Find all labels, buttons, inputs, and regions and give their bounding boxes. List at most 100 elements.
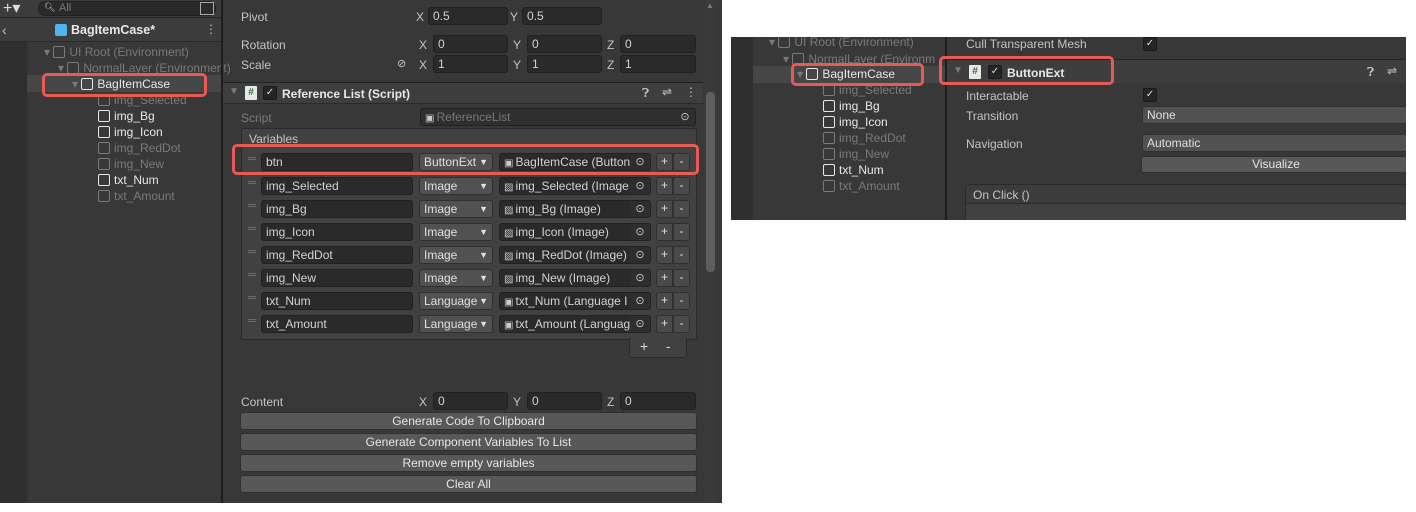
variable-name-field[interactable]: txt_Amount <box>261 315 413 333</box>
link-icon[interactable]: ⊘ <box>397 57 406 70</box>
type-dropdown[interactable]: Image ▼ <box>419 200 493 218</box>
drag-handle-icon[interactable]: ═ <box>248 223 256 235</box>
content-x-field[interactable]: 0 <box>433 392 508 410</box>
generate-variables-button[interactable]: Generate Component Variables To List <box>240 433 697 451</box>
rotation-y-field[interactable]: 0 <box>527 35 602 53</box>
object-field[interactable]: ▨ img_Icon (Image) ⊙ <box>499 223 651 241</box>
object-picker-icon[interactable]: ⊙ <box>630 178 650 194</box>
scale-z-field[interactable]: 1 <box>620 55 696 73</box>
object-field[interactable]: ▨ img_RedDot (Image) ⊙ <box>499 246 651 264</box>
variable-name-field[interactable]: txt_Num <box>261 292 413 310</box>
delete-button[interactable]: - <box>673 246 690 264</box>
rotation-z-field[interactable]: 0 <box>620 35 696 53</box>
tree-item[interactable]: img_Bg <box>823 98 880 114</box>
drag-handle-icon[interactable]: ═ <box>248 315 256 327</box>
scale-y-field[interactable]: 1 <box>527 55 602 73</box>
add-element-button[interactable]: + <box>640 338 648 354</box>
type-dropdown[interactable]: Image ▼ <box>419 246 493 264</box>
delete-button[interactable]: - <box>673 200 690 218</box>
more-icon[interactable]: ⋮ <box>205 22 217 36</box>
drag-handle-icon[interactable]: ═ <box>248 246 256 258</box>
tree-item[interactable]: ▾ UI Root (Environment) <box>44 44 189 60</box>
type-dropdown[interactable]: Language ▼ <box>419 315 493 333</box>
tree-item[interactable]: img_New <box>823 146 889 162</box>
insert-button[interactable]: + <box>656 292 673 310</box>
back-icon[interactable]: ‹ <box>2 22 7 38</box>
insert-button[interactable]: + <box>656 177 673 195</box>
clear-all-button[interactable]: Clear All <box>240 475 697 493</box>
tree-item[interactable]: txt_Amount <box>823 178 900 194</box>
content-y-field[interactable]: 0 <box>527 392 602 410</box>
variable-name-field[interactable]: img_Bg <box>261 200 413 218</box>
content-z-field[interactable]: 0 <box>620 392 696 410</box>
remove-empty-button[interactable]: Remove empty variables <box>240 454 697 472</box>
pivot-y-field[interactable]: 0.5 <box>522 7 602 25</box>
enabled-checkbox[interactable]: ✓ <box>263 86 277 100</box>
variable-name-field[interactable]: img_Icon <box>261 223 413 241</box>
pivot-x-field[interactable]: 0.5 <box>428 7 508 25</box>
insert-button[interactable]: + <box>656 315 673 333</box>
drag-handle-icon[interactable]: ═ <box>248 200 256 212</box>
delete-button[interactable]: - <box>673 177 690 195</box>
tree-item[interactable]: img_RedDot <box>823 130 906 146</box>
delete-button[interactable]: - <box>673 269 690 287</box>
tree-item[interactable]: txt_Num <box>98 172 159 188</box>
tree-item[interactable]: img_New <box>98 156 164 172</box>
foldout-icon[interactable]: ▼ <box>229 86 239 97</box>
object-field[interactable]: ▨ img_Bg (Image) ⊙ <box>499 200 651 218</box>
tree-item[interactable]: img_Bg <box>98 108 155 124</box>
delete-button[interactable]: - <box>673 292 690 310</box>
tree-item[interactable]: img_Icon <box>98 124 163 140</box>
type-dropdown[interactable]: Image ▼ <box>419 269 493 287</box>
type-dropdown[interactable]: Image ▼ <box>419 177 493 195</box>
generate-code-button[interactable]: Generate Code To Clipboard <box>240 412 697 430</box>
variable-name-field[interactable]: img_Selected <box>261 177 413 195</box>
add-icon[interactable]: +▾ <box>3 0 20 18</box>
insert-button[interactable]: + <box>656 223 673 241</box>
delete-button[interactable]: - <box>673 223 690 241</box>
object-picker-icon[interactable]: ⊙ <box>630 316 650 332</box>
tree-item[interactable]: txt_Amount <box>98 188 175 204</box>
insert-button[interactable]: + <box>656 200 673 218</box>
insert-button[interactable]: + <box>656 269 673 287</box>
visualize-button[interactable]: Visualize <box>1141 156 1406 173</box>
help-icon[interactable]: ❓︎ <box>1367 65 1374 80</box>
tree-item[interactable]: txt_Num <box>823 162 884 178</box>
variable-name-field[interactable]: img_RedDot <box>261 246 413 264</box>
search-input[interactable]: 🔍︎ All <box>38 1 216 16</box>
object-picker-icon[interactable]: ⊙ <box>630 293 650 309</box>
rotation-x-field[interactable]: 0 <box>433 35 508 53</box>
scale-x-field[interactable]: 1 <box>433 55 508 73</box>
object-picker-icon[interactable]: ⊙ <box>630 224 650 240</box>
object-field[interactable]: ▣ txt_Amount (Languag ⊙ <box>499 315 651 333</box>
presets-icon[interactable]: ⇌ <box>1387 64 1397 78</box>
tree-item[interactable]: img_Icon <box>823 114 888 130</box>
transition-dropdown[interactable]: None <box>1142 106 1406 124</box>
maximize-icon[interactable] <box>200 2 214 15</box>
delete-button[interactable]: - <box>673 315 690 333</box>
variable-name-field[interactable]: img_New <box>261 269 413 287</box>
object-picker-icon[interactable]: ⊙ <box>630 270 650 286</box>
object-picker-icon[interactable]: ⊙ <box>630 201 650 217</box>
drag-handle-icon[interactable]: ═ <box>248 292 256 304</box>
more-icon[interactable]: ⋮ <box>685 85 697 99</box>
tree-item[interactable]: img_RedDot <box>98 140 181 156</box>
drag-handle-icon[interactable]: ═ <box>248 269 256 281</box>
presets-icon[interactable]: ⇌ <box>662 85 672 99</box>
insert-button[interactable]: + <box>656 246 673 264</box>
interactable-checkbox[interactable]: ✓ <box>1143 88 1157 102</box>
type-dropdown[interactable]: Language ▼ <box>419 292 493 310</box>
help-icon[interactable]: ❓︎ <box>642 86 649 101</box>
scrollbar-thumb[interactable] <box>706 92 715 272</box>
object-field[interactable]: ▨ img_New (Image) ⊙ <box>499 269 651 287</box>
object-field[interactable]: ▨ img_Selected (Image ⊙ <box>499 177 651 195</box>
tree-item[interactable]: ▾ UI Root (Environment) <box>769 37 914 50</box>
type-dropdown[interactable]: Image ▼ <box>419 223 493 241</box>
cull-checkbox[interactable]: ✓ <box>1143 37 1157 51</box>
navigation-dropdown[interactable]: Automatic <box>1142 134 1406 152</box>
scrollbar[interactable]: ▲ <box>704 0 717 503</box>
drag-handle-icon[interactable]: ═ <box>248 177 256 189</box>
object-field[interactable]: ▣ txt_Num (Language I ⊙ <box>499 292 651 310</box>
component-header[interactable]: ▼ # ✓ Reference List (Script) ❓︎ ⇌ ⋮ <box>223 82 703 104</box>
remove-element-button[interactable]: - <box>666 338 671 354</box>
